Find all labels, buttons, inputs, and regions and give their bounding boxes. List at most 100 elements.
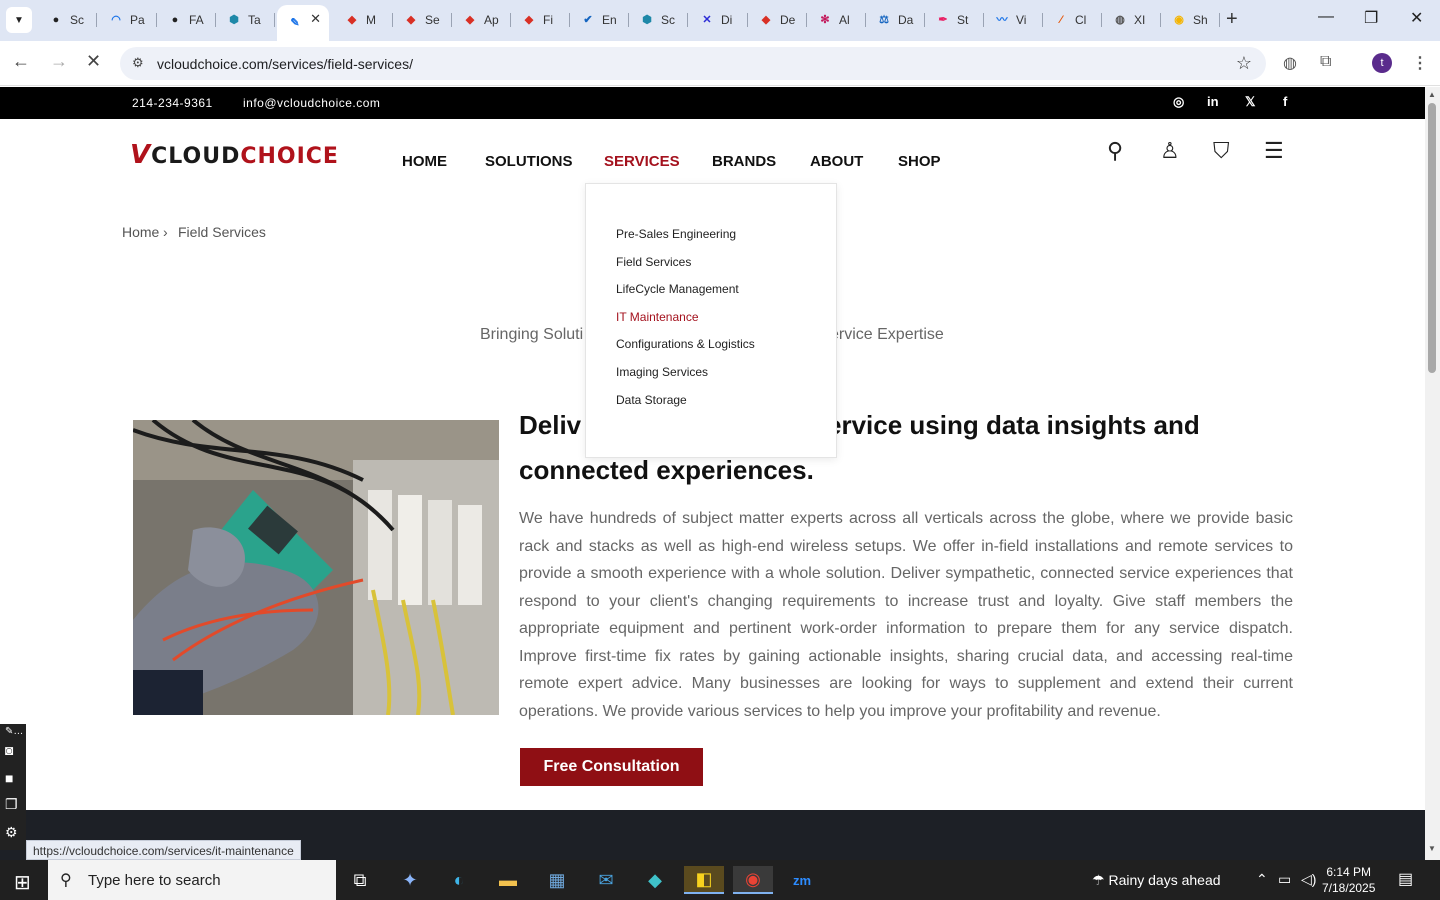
scroll-up-icon[interactable]: ▲: [1428, 90, 1436, 99]
profile-avatar[interactable]: t: [1372, 53, 1392, 73]
browser-tab[interactable]: ◆ De: [748, 5, 807, 35]
phone-link[interactable]: 214-234-9361: [132, 96, 213, 110]
camera-icon[interactable]: ◙: [5, 742, 13, 758]
vcloudchoice-logo[interactable]: VCLOUDCHOICE: [130, 140, 339, 170]
omnibox[interactable]: ⚙ vcloudchoice.com/services/field-servic…: [120, 47, 1266, 80]
restore-icon[interactable]: ❐: [1364, 8, 1378, 28]
extensions-icon[interactable]: ⧉: [1320, 53, 1331, 71]
page-scrollbar[interactable]: ▲ ▼: [1425, 87, 1440, 860]
browser-tab[interactable]: ⚖ Da: [866, 5, 925, 35]
nav-solutions[interactable]: SOLUTIONS: [485, 153, 573, 170]
nav-services[interactable]: SERVICES: [604, 153, 680, 170]
tab-label: De: [780, 13, 796, 27]
breadcrumb-current: Field Services: [178, 224, 266, 240]
app-diamond-icon[interactable]: ◆: [635, 866, 675, 894]
nav-shop[interactable]: SHOP: [898, 153, 941, 170]
weather-widget[interactable]: ☂ Rainy days ahead: [1092, 872, 1221, 889]
copilot-icon[interactable]: ✦: [390, 866, 430, 894]
dropdown-item-configurations-logistics[interactable]: Configurations & Logistics: [616, 337, 755, 351]
browser-tab[interactable]: ⁄ Cl: [1043, 5, 1102, 35]
chrome-icon[interactable]: ◉: [733, 866, 773, 894]
window-capture-icon[interactable]: ❐: [5, 796, 18, 813]
translate-icon[interactable]: ◍: [1283, 53, 1297, 73]
new-tab-button[interactable]: +: [1226, 8, 1238, 31]
menu-kebab-icon[interactable]: ⋮: [1412, 53, 1428, 73]
sticky-notes-icon[interactable]: ◧: [684, 866, 724, 894]
taskbar-search-box[interactable]: ⚲ Type here to search: [48, 860, 336, 900]
dropdown-item-it-maintenance[interactable]: IT Maintenance: [616, 310, 699, 324]
browser-tab[interactable]: ◆ Se: [393, 5, 452, 35]
breadcrumb-home[interactable]: Home: [122, 224, 159, 240]
pin-icon[interactable]: ✎…: [5, 726, 23, 737]
x-twitter-icon[interactable]: 𝕏: [1245, 94, 1255, 110]
task-view-icon[interactable]: ⧉: [340, 866, 380, 894]
bookmark-star-icon[interactable]: ☆: [1236, 53, 1252, 74]
nav-about[interactable]: ABOUT: [810, 153, 863, 170]
file-explorer-icon[interactable]: ▬: [488, 866, 528, 894]
search-icon[interactable]: ⚲: [1107, 138, 1123, 164]
account-icon[interactable]: ♙: [1160, 138, 1180, 164]
dropdown-item-data-storage[interactable]: Data Storage: [616, 393, 687, 407]
clock-date: 7/18/2025: [1322, 881, 1376, 895]
dropdown-item-field-services[interactable]: Field Services: [616, 255, 691, 269]
forward-icon[interactable]: →: [50, 51, 68, 72]
browser-tab[interactable]: ◆ Fi: [511, 5, 570, 35]
edge-icon[interactable]: ◐: [439, 866, 479, 894]
dropdown-item-imaging-services[interactable]: Imaging Services: [616, 365, 708, 379]
instagram-icon[interactable]: ◎: [1173, 94, 1184, 110]
network-icon[interactable]: ▭: [1278, 871, 1291, 888]
zoom-icon[interactable]: zm: [782, 866, 822, 894]
linkedin-icon[interactable]: in: [1207, 94, 1219, 109]
browser-tab[interactable]: ✻ Al: [807, 5, 866, 35]
tab-label: Ap: [484, 13, 499, 27]
hamburger-menu-icon[interactable]: ☰: [1264, 138, 1284, 164]
back-icon[interactable]: ←: [12, 51, 30, 72]
scrollbar-thumb[interactable]: [1428, 103, 1436, 373]
browser-tab[interactable]: ⬢ Sc: [629, 5, 688, 35]
dropdown-item-lifecycle-management[interactable]: LifeCycle Management: [616, 282, 739, 296]
taskbar-clock[interactable]: 6:14 PM 7/18/2025: [1322, 864, 1375, 896]
tab-label: Vi: [1016, 13, 1027, 27]
tab-divider: [274, 13, 275, 27]
nav-home[interactable]: HOME: [402, 153, 447, 170]
cart-icon[interactable]: ⛉: [1213, 138, 1230, 164]
stop-loading-icon[interactable]: ✕: [86, 51, 101, 72]
close-tab-icon[interactable]: ✕: [310, 11, 321, 27]
browser-tab[interactable]: ● FA: [157, 5, 216, 35]
pen-icon: ✎: [290, 17, 300, 29]
browser-tab[interactable]: ◉ Sh: [1161, 5, 1220, 35]
close-window-icon[interactable]: ✕: [1410, 8, 1423, 28]
browser-tab[interactable]: ✎ ✕: [277, 5, 329, 41]
browser-tab[interactable]: ✕ Di: [689, 5, 748, 35]
browser-tab[interactable]: 〰 Vi: [984, 5, 1043, 35]
nav-brands[interactable]: BRANDS: [712, 153, 776, 170]
browser-tab[interactable]: ◆ M: [334, 5, 393, 35]
url-text[interactable]: vcloudchoice.com/services/field-services…: [157, 56, 413, 72]
mail-icon[interactable]: ✉: [586, 866, 626, 894]
browser-tab[interactable]: ◍ XI: [1102, 5, 1161, 35]
pulse-icon: 〰: [996, 14, 1008, 26]
windows-start-icon[interactable]: ⊞: [14, 870, 31, 895]
scroll-down-icon[interactable]: ▼: [1428, 844, 1436, 853]
tray-chevron-icon[interactable]: ⌃: [1256, 871, 1268, 888]
circle-icon: ◉: [1174, 14, 1184, 26]
minimize-icon[interactable]: —: [1318, 8, 1334, 26]
hexagon-icon: ⬢: [229, 14, 239, 26]
browser-tab[interactable]: ✒ St: [925, 5, 984, 35]
browser-tab[interactable]: ● Sc: [38, 5, 97, 35]
free-consultation-button[interactable]: Free Consultation: [520, 748, 703, 786]
site-info-icon[interactable]: ⚙: [132, 55, 144, 71]
browser-tab[interactable]: ✔ En: [570, 5, 629, 35]
browser-tab[interactable]: ◠ Pa: [98, 5, 157, 35]
settings-gear-icon[interactable]: ⚙: [5, 824, 18, 841]
volume-icon[interactable]: ◁): [1301, 871, 1316, 888]
notification-icon[interactable]: ▤: [1398, 869, 1413, 889]
email-link[interactable]: info@vcloudchoice.com: [243, 96, 380, 110]
facebook-icon[interactable]: f: [1283, 94, 1287, 109]
tab-search-dropdown-icon[interactable]: ▼: [6, 7, 32, 33]
dropdown-item-pre-sales-engineering[interactable]: Pre-Sales Engineering: [616, 227, 736, 241]
browser-tab[interactable]: ◆ Ap: [452, 5, 511, 35]
video-icon[interactable]: ■: [5, 770, 13, 786]
browser-tab[interactable]: ⬢ Ta: [216, 5, 275, 35]
store-icon[interactable]: ▦: [537, 866, 577, 894]
